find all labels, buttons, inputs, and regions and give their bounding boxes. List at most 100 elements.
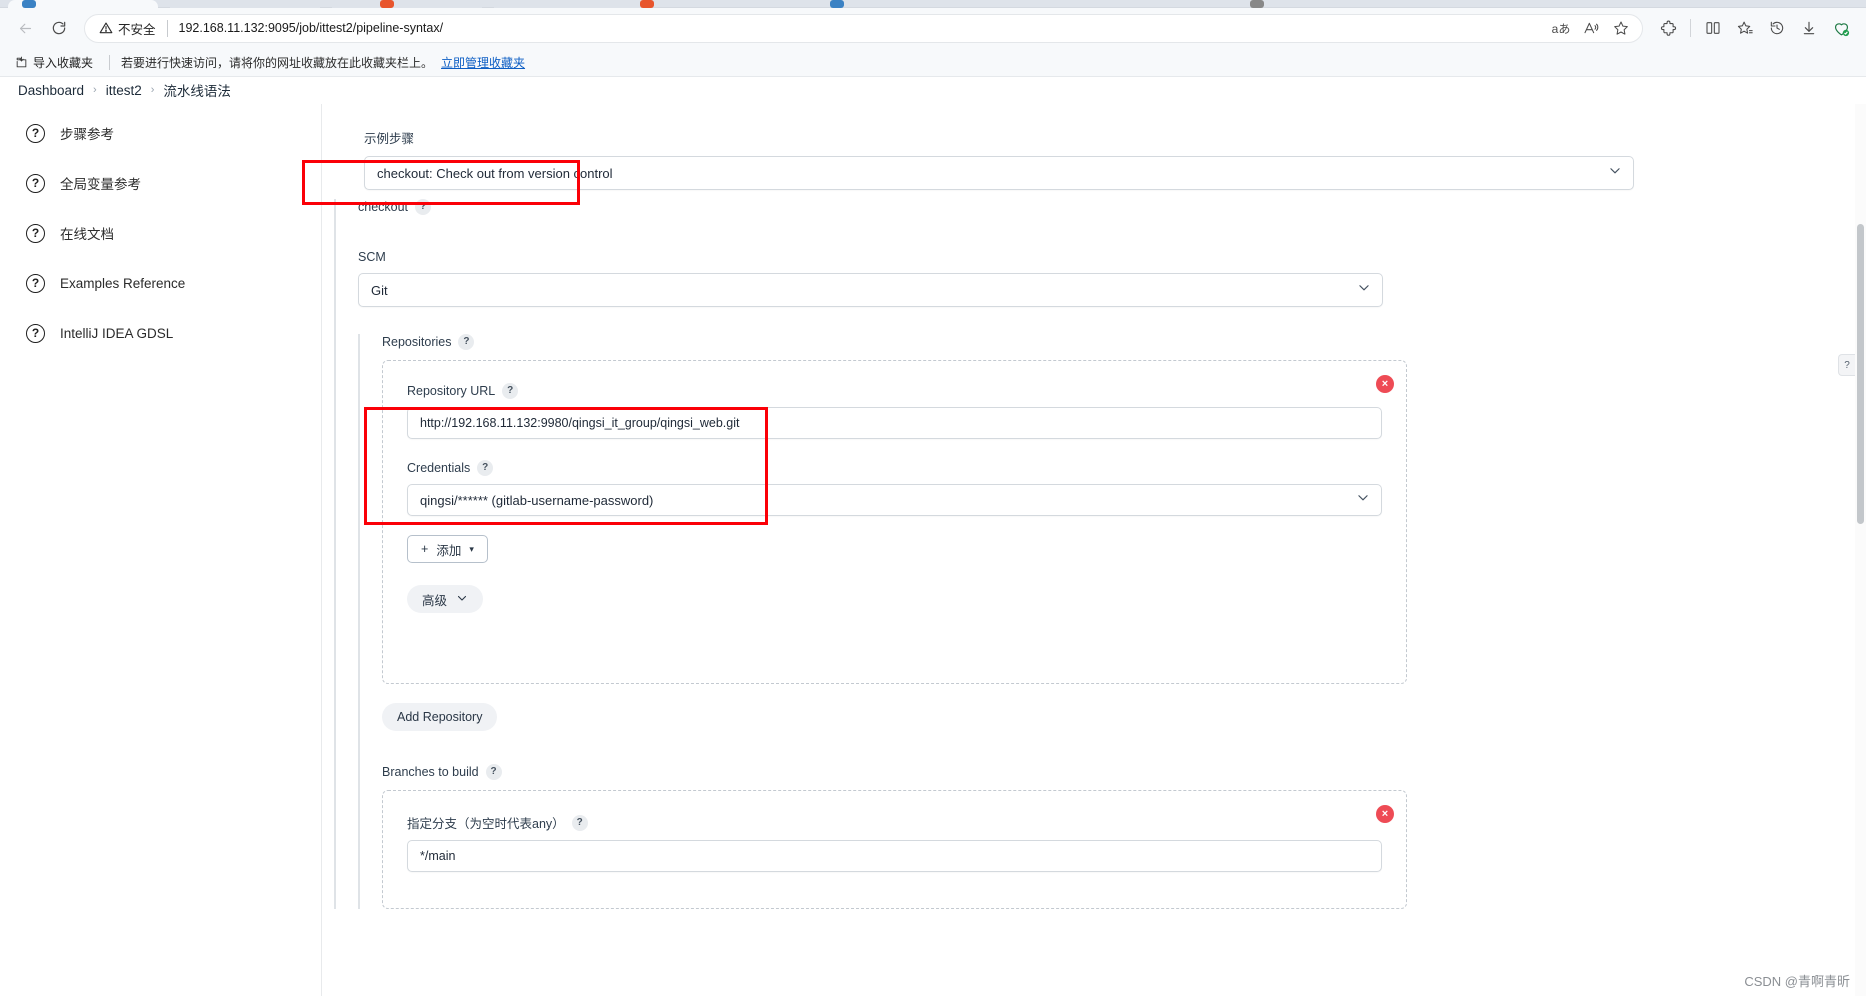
breadcrumb-item-dashboard[interactable]: Dashboard: [18, 83, 84, 98]
omnibox-actions: aあ: [1548, 15, 1634, 41]
browser-tab[interactable]: [494, 0, 644, 8]
help-circle-icon: ?: [26, 173, 45, 193]
help-circle-icon: ?: [26, 123, 45, 143]
help-icon[interactable]: ?: [502, 383, 519, 399]
vertical-scrollbar[interactable]: [1855, 104, 1866, 996]
advanced-toggle-button[interactable]: 高级: [407, 585, 484, 613]
sample-step-value: checkout: Check out from version control: [377, 165, 613, 181]
sidebar-item-label: IntelliJ IDEA GDSL: [60, 325, 174, 341]
sidebar-item-label: Examples Reference: [60, 275, 186, 291]
tab-favicon: [640, 0, 654, 8]
sidebar-item-intellij-idea-gdsl[interactable]: ? IntelliJ IDEA GDSL: [0, 308, 321, 358]
favorites-bar: 导入收藏夹 若要进行快速访问，请将你的网址收藏放在此收藏夹栏上。 立即管理收藏夹: [0, 48, 1866, 77]
sidebar-item-examples-reference[interactable]: ? Examples Reference: [0, 258, 321, 308]
add-button-label: 添加: [436, 543, 462, 558]
translate-icon[interactable]: aあ: [1548, 15, 1574, 41]
page-body: ? 步骤参考 ? 全局变量参考 ? 在线文档 ? Examples Refere…: [0, 104, 1866, 996]
help-icon[interactable]: ?: [477, 460, 494, 476]
advanced-row: 高级: [407, 585, 1382, 613]
read-aloud-icon[interactable]: [1578, 15, 1604, 41]
url-text[interactable]: 192.168.11.132:9095/job/ittest2/pipeline…: [179, 21, 1548, 35]
breadcrumb-item-pipeline-syntax[interactable]: 流水线语法: [163, 80, 231, 100]
advanced-button-label: 高级: [422, 593, 448, 608]
side-help-tab[interactable]: ?: [1838, 354, 1855, 376]
breadcrumb-separator: ›: [150, 84, 155, 96]
credentials-label-row: Credentials ?: [407, 460, 1382, 476]
tab-favicon: [380, 0, 394, 8]
help-circle-icon: ?: [26, 323, 45, 343]
sidebar-item-online-documentation[interactable]: ? 在线文档: [0, 208, 321, 258]
chevron-down-icon: [456, 592, 468, 607]
credentials-value: qingsi/****** (gitlab-username-password): [420, 492, 654, 508]
caret-down-icon: ▾: [469, 543, 474, 554]
help-icon[interactable]: ?: [458, 334, 475, 350]
split-screen-icon[interactable]: [1698, 13, 1728, 43]
scrollbar-thumb[interactable]: [1857, 224, 1864, 524]
toolbar-divider: [1690, 19, 1691, 37]
help-circle-icon: ?: [26, 273, 45, 293]
sidebar-item-label: 全局变量参考: [60, 177, 141, 192]
omnibox-divider: [166, 19, 168, 37]
repository-url-label-row: Repository URL ?: [407, 383, 1382, 399]
branch-entry-box: × 指定分支（为空时代表any） ?: [382, 790, 1407, 909]
history-icon[interactable]: [1762, 13, 1792, 43]
security-label: 不安全: [118, 22, 156, 37]
help-icon[interactable]: ?: [415, 199, 432, 215]
credentials-select[interactable]: qingsi/****** (gitlab-username-password): [407, 484, 1382, 516]
downloads-icon[interactable]: [1794, 13, 1824, 43]
back-button[interactable]: [10, 13, 40, 43]
favorites-hint: 若要进行快速访问，请将你的网址收藏放在此收藏夹栏上。: [121, 55, 434, 70]
sample-step-select[interactable]: checkout: Check out from version control: [364, 156, 1634, 190]
branch-spec-input[interactable]: [407, 840, 1382, 872]
repository-url-label: Repository URL: [407, 384, 496, 398]
breadcrumb: Dashboard › ittest2 › 流水线语法: [0, 77, 1866, 104]
checkout-title-label: checkout: [358, 200, 409, 214]
repository-url-input[interactable]: [407, 407, 1382, 439]
help-circle-icon: ?: [26, 223, 45, 243]
browser-tab-strip[interactable]: [0, 0, 1866, 8]
main-content: 示例步骤 checkout: Check out from version co…: [322, 104, 1866, 996]
sidebar-item-label: 在线文档: [60, 227, 114, 242]
repository-entry-box: × Repository URL ? Credentials ?: [382, 360, 1407, 684]
breadcrumb-item-ittest2[interactable]: ittest2: [106, 83, 142, 98]
delete-branch-button[interactable]: ×: [1376, 805, 1394, 823]
scm-value: Git: [371, 282, 388, 298]
browser-tab[interactable]: [332, 0, 482, 8]
browser-essentials-icon[interactable]: [1826, 13, 1856, 43]
add-repository-button[interactable]: Add Repository: [382, 703, 498, 731]
import-favorites-label: 导入收藏夹: [33, 55, 94, 70]
repositories-label: Repositories: [382, 335, 452, 349]
sidebar-item-step-reference[interactable]: ? 步骤参考: [0, 108, 321, 158]
refresh-button[interactable]: [44, 13, 74, 43]
sample-step-label: 示例步骤: [364, 132, 415, 146]
sidebar: ? 步骤参考 ? 全局变量参考 ? 在线文档 ? Examples Refere…: [0, 104, 322, 996]
repositories-label-row: Repositories ?: [382, 334, 1428, 350]
scm-select-wrap: Git: [358, 273, 1383, 307]
add-credentials-button[interactable]: + 添加 ▾: [407, 535, 488, 563]
credentials-label: Credentials: [407, 461, 471, 475]
browser-tab[interactable]: [170, 0, 320, 8]
favorite-star-icon[interactable]: [1608, 15, 1634, 41]
security-indicator[interactable]: 不安全: [99, 19, 156, 38]
branch-spec-label-row: 指定分支（为空时代表any） ?: [407, 813, 1382, 832]
favorites-divider: [109, 54, 111, 70]
manage-favorites-link[interactable]: 立即管理收藏夹: [441, 54, 525, 71]
checkout-title: checkout ?: [358, 199, 1634, 215]
warning-triangle-icon: [99, 22, 113, 34]
favorites-icon[interactable]: [1730, 13, 1760, 43]
import-favorites-button[interactable]: 导入收藏夹: [10, 52, 98, 73]
watermark: CSDN @青啊青昕: [1744, 974, 1850, 989]
help-icon[interactable]: ?: [485, 764, 502, 780]
browser-toolbar: 不安全 192.168.11.132:9095/job/ittest2/pipe…: [0, 8, 1866, 48]
credentials-select-wrap: qingsi/****** (gitlab-username-password): [407, 484, 1382, 516]
address-bar[interactable]: 不安全 192.168.11.132:9095/job/ittest2/pipe…: [84, 13, 1643, 43]
page-content: Dashboard › ittest2 › 流水线语法 ? 步骤参考 ? 全局变…: [0, 77, 1866, 996]
repositories-block: Repositories ? × Repository URL ? Creden…: [358, 334, 1428, 909]
help-icon[interactable]: ?: [571, 814, 588, 831]
delete-repository-button[interactable]: ×: [1376, 375, 1394, 393]
import-favorites-icon: [16, 56, 27, 67]
sample-step-select-wrap: checkout: Check out from version control: [364, 156, 1634, 190]
sidebar-item-global-variable-reference[interactable]: ? 全局变量参考: [0, 158, 321, 208]
scm-select[interactable]: Git: [358, 273, 1383, 307]
extensions-icon[interactable]: [1653, 13, 1683, 43]
